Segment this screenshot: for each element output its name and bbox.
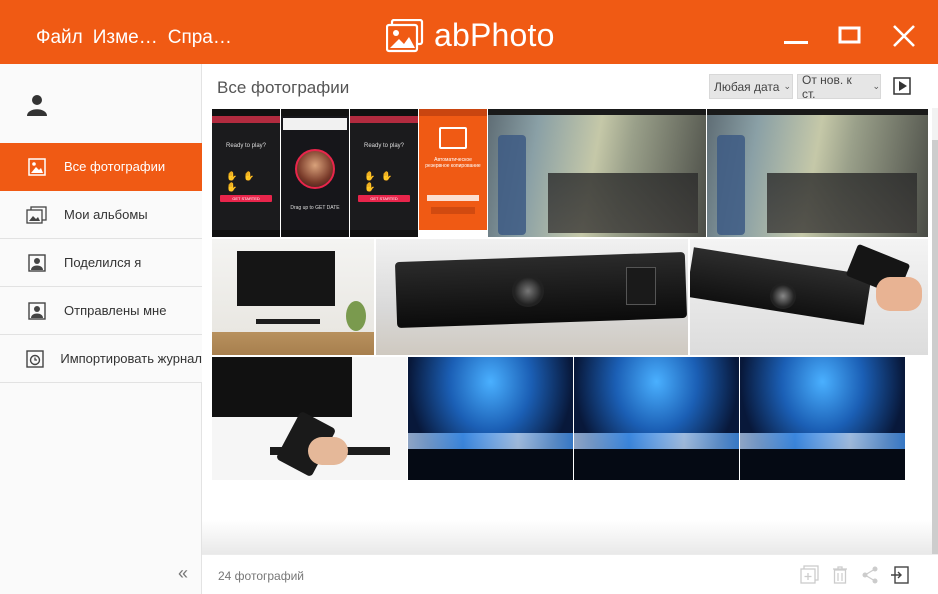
sort-order-value: От нов. к ст.: [802, 72, 852, 101]
scrollbar-thumb[interactable]: [932, 140, 938, 554]
photo-caption: Автоматическое резервное копирование: [425, 157, 481, 169]
photo-thumbnail[interactable]: [212, 239, 374, 355]
chevron-down-icon: ⌄: [872, 81, 880, 91]
photo-thumbnail[interactable]: [376, 239, 688, 355]
gallery-fade: [202, 520, 932, 554]
slideshow-play-icon[interactable]: [893, 77, 911, 95]
photo-thumbnail[interactable]: [690, 239, 928, 355]
collapse-sidebar-button[interactable]: «: [178, 563, 188, 584]
photo-count: 24 фотографий: [218, 569, 305, 583]
sidebar-item-all-photos[interactable]: Все фотографии: [0, 143, 202, 191]
app-logo-icon: [386, 18, 424, 52]
photo-caption: Ready to play?: [363, 143, 405, 149]
albums-icon: [26, 205, 48, 225]
photo-thumbnail[interactable]: Ready to play? ✋✋✋ GET STARTED: [212, 109, 280, 237]
export-icon[interactable]: [890, 565, 910, 585]
sidebar-item-shared-with-me[interactable]: Отправлены мне: [0, 287, 202, 335]
chevron-down-icon: ⌄: [783, 81, 791, 91]
import-history-icon: [26, 349, 44, 369]
user-icon[interactable]: [26, 94, 48, 121]
shared-by-me-icon: [26, 253, 48, 273]
status-bar: 24 фотографий: [202, 554, 938, 594]
window-controls: [754, 24, 916, 48]
photo-thumbnail[interactable]: [488, 109, 706, 237]
photo-thumbnail[interactable]: [574, 357, 739, 480]
date-filter-value: Любая дата: [714, 79, 780, 94]
photo-caption: Drag up to GET DATE: [290, 205, 340, 211]
photo-icon: [26, 157, 48, 177]
main-header: Все фотографии Любая дата ⌄ От нов. к ст…: [202, 64, 938, 108]
photo-thumbnail[interactable]: Ready to play? ✋✋✋ GET STARTED: [350, 109, 418, 237]
menu-help[interactable]: Спра…: [168, 27, 232, 49]
sidebar-item-label: Импортировать журнал: [60, 351, 202, 366]
title-bar: Файл Изме… Спра… abPhoto: [0, 0, 938, 64]
shared-with-me-icon: [26, 301, 48, 321]
date-filter-select[interactable]: Любая дата ⌄: [709, 74, 793, 99]
sidebar: Все фотографии Мои альбомы Поделился я О…: [0, 64, 202, 594]
app-logo: abPhoto: [386, 17, 555, 54]
sidebar-item-label: Поделился я: [64, 255, 142, 270]
app-title: abPhoto: [434, 17, 555, 53]
add-to-album-icon[interactable]: [800, 565, 820, 585]
sidebar-item-import-history[interactable]: Импортировать журнал: [0, 335, 202, 383]
photo-caption: Ready to play?: [225, 143, 267, 149]
photo-caption: GET STARTED: [370, 196, 398, 201]
photo-thumbnail[interactable]: Drag up to GET DATE: [281, 109, 349, 237]
sidebar-nav: Все фотографии Мои альбомы Поделился я О…: [0, 143, 202, 383]
close-icon[interactable]: [892, 24, 916, 48]
share-icon[interactable]: [860, 565, 880, 585]
photo-thumbnail[interactable]: Автоматическое резервное копирование: [419, 109, 487, 237]
sidebar-item-shared-by-me[interactable]: Поделился я: [0, 239, 202, 287]
maximize-icon[interactable]: [838, 24, 862, 48]
photo-thumbnail[interactable]: [707, 109, 928, 237]
photo-thumbnail[interactable]: [212, 357, 407, 480]
photo-caption: GET STARTED: [232, 196, 260, 201]
menu-edit[interactable]: Изме…: [93, 27, 158, 49]
menu-bar: Файл Изме… Спра…: [36, 27, 242, 49]
gallery-scrollbar[interactable]: [932, 108, 938, 554]
photo-thumbnail[interactable]: [408, 357, 573, 480]
sidebar-item-label: Мои альбомы: [64, 207, 148, 222]
minimize-icon[interactable]: [784, 24, 808, 48]
page-title: Все фотографии: [217, 78, 350, 97]
delete-icon[interactable]: [830, 565, 850, 585]
sidebar-item-label: Отправлены мне: [64, 303, 167, 318]
sidebar-item-my-albums[interactable]: Мои альбомы: [0, 191, 202, 239]
photo-gallery: Ready to play? ✋✋✋ GET STARTED Drag up t…: [202, 108, 932, 554]
sort-order-select[interactable]: От нов. к ст. ⌄: [797, 72, 881, 101]
menu-file[interactable]: Файл: [36, 27, 83, 49]
photo-thumbnail[interactable]: [740, 357, 905, 480]
sidebar-item-label: Все фотографии: [64, 159, 166, 174]
